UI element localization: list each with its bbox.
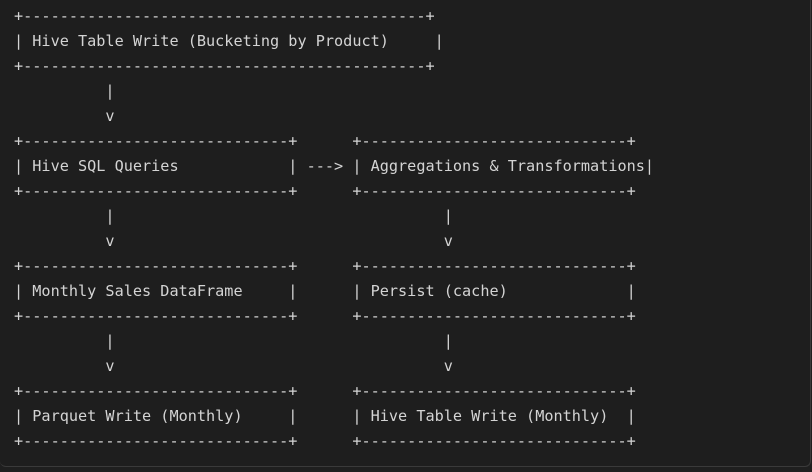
diagram-line-hive-sql-queries: | Hive SQL Queries | ---> | Aggregations… xyxy=(14,157,655,175)
diagram-line-arrow-down: v v xyxy=(14,232,453,250)
diagram-line-connector: | xyxy=(14,82,115,100)
diagram-line-connector: | | xyxy=(14,207,453,225)
code-block-panel: +---------------------------------------… xyxy=(0,0,811,467)
diagram-line-parquet-write-monthly: | Parquet Write (Monthly) | | Hive Table… xyxy=(14,407,636,425)
diagram-line-arrow-down: v v xyxy=(14,357,453,375)
diagram-line-box-top: +-----------------------------+ +-------… xyxy=(14,132,636,150)
diagram-line-connector: | | xyxy=(14,332,453,350)
ascii-flow-diagram: +---------------------------------------… xyxy=(14,4,654,454)
diagram-line-box-bottom: +-----------------------------+ +-------… xyxy=(14,307,636,325)
diagram-line-box-bottom: +---------------------------------------… xyxy=(14,57,435,75)
diagram-line-box-top: +-----------------------------+ +-------… xyxy=(14,257,636,275)
diagram-line-hive-table-write-bucketing: | Hive Table Write (Bucketing by Product… xyxy=(14,32,444,50)
diagram-line-box-bottom: +-----------------------------+ +-------… xyxy=(14,182,636,200)
diagram-line-box-top: +-----------------------------+ +-------… xyxy=(14,382,636,400)
diagram-line-arrow-down: v xyxy=(14,107,115,125)
diagram-line-box-bottom: +-----------------------------+ +-------… xyxy=(14,432,636,450)
diagram-line-box-top: +---------------------------------------… xyxy=(14,7,435,25)
diagram-line-monthly-sales-dataframe: | Monthly Sales DataFrame | | Persist (c… xyxy=(14,282,636,300)
